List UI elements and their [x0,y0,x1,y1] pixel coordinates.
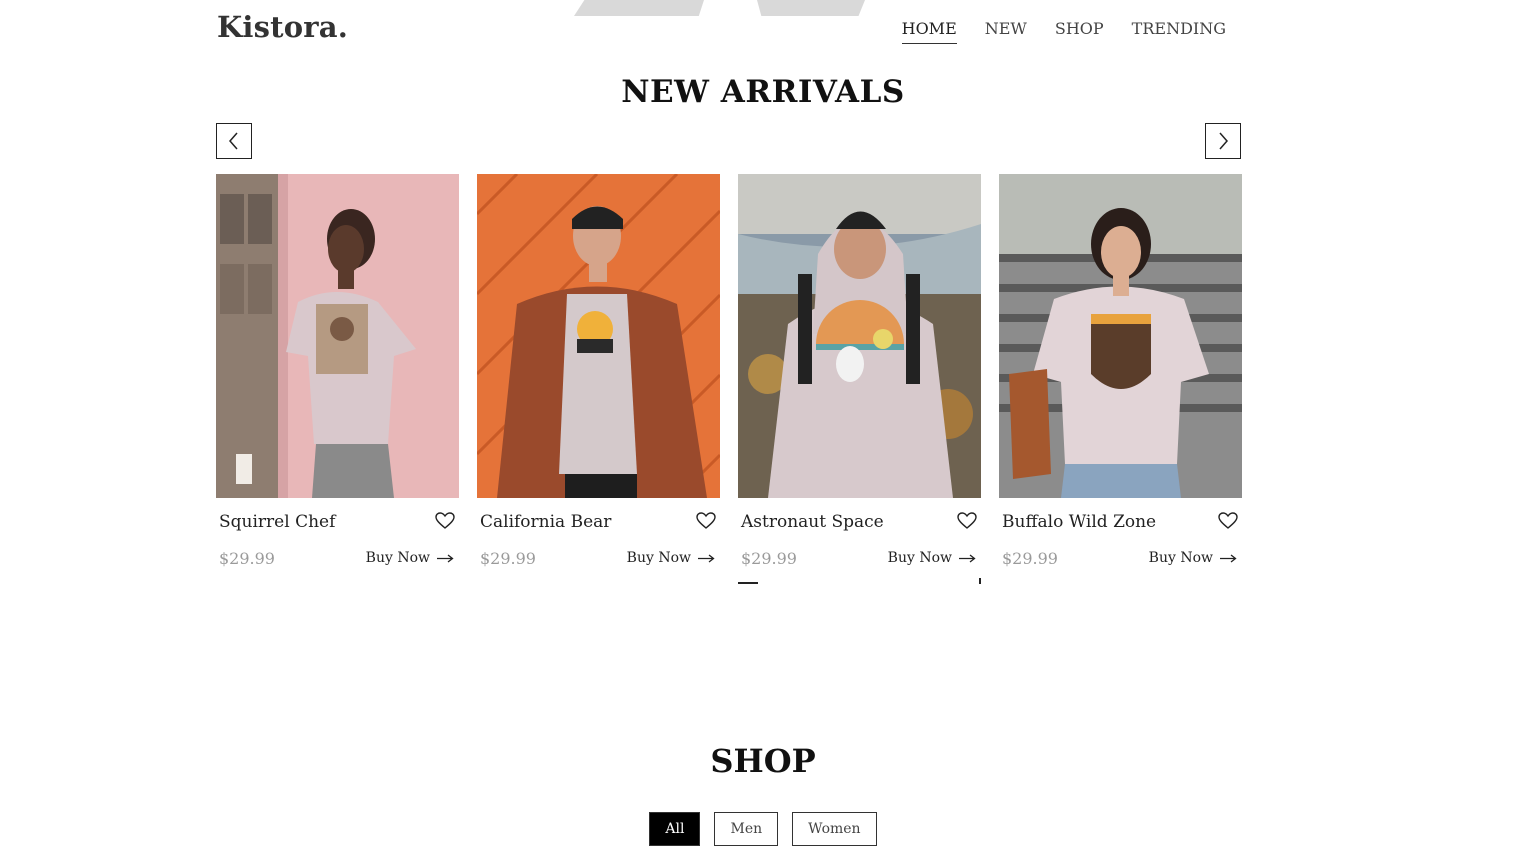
product-name[interactable]: Buffalo Wild Zone [1002,512,1156,532]
arrow-right-icon [437,553,454,563]
product-name[interactable]: Astronaut Space [741,512,884,532]
filter-women-button[interactable]: Women [792,812,877,846]
nav-home[interactable]: HOME [901,19,957,44]
product-image[interactable] [216,174,459,498]
product-price: $29.99 [1002,549,1058,568]
focus-indicator [979,578,981,584]
buy-now-label: Buy Now [1148,550,1213,566]
chevron-left-icon [229,132,238,150]
arrow-right-icon [959,553,976,563]
product-price: $29.99 [480,549,536,568]
main-nav: HOME NEW SHOP TRENDING [901,19,1226,44]
product-price: $29.99 [219,549,275,568]
product-carousel: Squirrel Chef $29.99 Buy Now California … [216,174,1242,584]
buy-now-label: Buy Now [626,550,691,566]
focus-indicator [738,582,758,584]
product-name[interactable]: Squirrel Chef [219,512,335,532]
arrow-right-icon [1220,553,1237,563]
shop-title: SHOP [710,742,816,780]
nav-trending[interactable]: TRENDING [1132,19,1226,44]
filter-all-button[interactable]: All [649,812,701,846]
product-card[interactable]: Squirrel Chef $29.99 Buy Now [216,174,459,568]
buy-now-button[interactable]: Buy Now [366,550,454,566]
buy-now-button[interactable]: Buy Now [627,550,715,566]
nav-new[interactable]: NEW [985,19,1027,44]
product-image[interactable] [999,174,1242,498]
nav-shop[interactable]: SHOP [1055,19,1104,44]
carousel-next-button[interactable] [1205,123,1241,159]
product-card[interactable]: California Bear $29.99 Buy Now [477,174,720,568]
product-price: $29.99 [741,549,797,568]
heart-icon[interactable] [696,512,716,530]
new-arrivals-title: NEW ARRIVALS [621,74,905,110]
product-card[interactable]: Astronaut Space $29.99 Buy Now [738,174,981,584]
product-image[interactable] [738,174,981,498]
arrow-right-icon [698,553,715,563]
brand-logo[interactable]: Kistora. [217,10,348,44]
heart-icon[interactable] [435,512,455,530]
buy-now-label: Buy Now [887,550,952,566]
filter-men-button[interactable]: Men [714,812,779,846]
heart-icon[interactable] [957,512,977,530]
buy-now-label: Buy Now [365,550,430,566]
site-header: Kistora. HOME NEW SHOP TRENDING [0,0,1526,60]
buy-now-button[interactable]: Buy Now [888,550,976,566]
buy-now-button[interactable]: Buy Now [1149,550,1237,566]
product-card[interactable]: Buffalo Wild Zone $29.99 Buy Now [999,174,1242,568]
carousel-prev-button[interactable] [216,123,252,159]
chevron-right-icon [1219,132,1228,150]
heart-icon[interactable] [1218,512,1238,530]
product-name[interactable]: California Bear [480,512,611,532]
shop-filters: All Men Women [0,812,1526,846]
product-image[interactable] [477,174,720,498]
